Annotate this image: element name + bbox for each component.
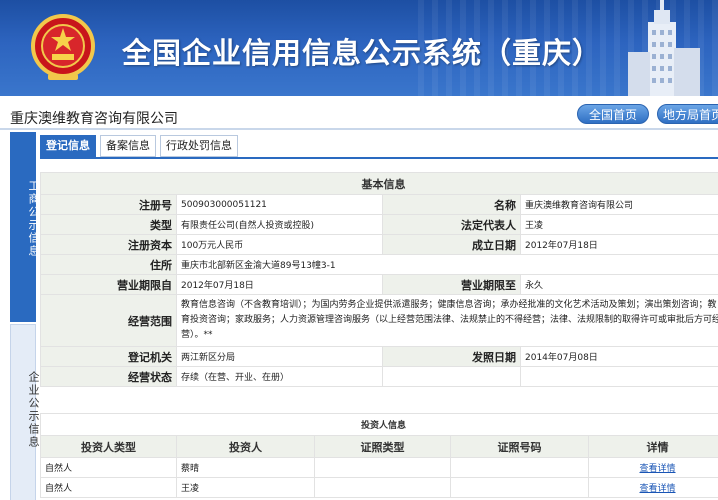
- investor-name: 王凌: [176, 477, 315, 498]
- term-from-label: 营业期限自: [40, 274, 177, 295]
- header-banner: 全国企业信用信息公示系统（重庆）: [0, 0, 718, 96]
- capital-value: 100万元人民币: [176, 234, 383, 255]
- view-detail-link[interactable]: 查看详情: [587, 457, 718, 478]
- tab-penalty[interactable]: 行政处罚信息: [160, 135, 238, 157]
- table-row: 自然人 蔡晴 查看详情: [40, 457, 718, 478]
- empty-cell: [520, 366, 718, 387]
- tab-bar: 登记信息 备案信息 行政处罚信息: [40, 135, 242, 157]
- column-header: 详情: [587, 435, 718, 458]
- legal-rep-value: 王凌: [520, 214, 718, 235]
- sidebar-item-label: 企业公示信息: [27, 371, 40, 449]
- scope-value: 教育信息咨询（不含教育培训）；为国内劳务企业提供派遣服务；健康信息咨询；承办经批…: [176, 294, 718, 347]
- column-header: 证照号码: [450, 435, 589, 458]
- column-header: 证照类型: [314, 435, 451, 458]
- view-detail-link[interactable]: 查看详情: [587, 477, 718, 498]
- type-value: 有限责任公司(自然人投资或控股): [176, 214, 383, 235]
- basic-info-table: 基本信息 注册号 500903000051121 名称 重庆澳维教育咨询有限公司…: [40, 172, 718, 387]
- term-to-label: 营业期限至: [382, 274, 521, 295]
- reg-no-value: 500903000051121: [176, 194, 383, 215]
- sidebar-item-enterprise-publicity[interactable]: 企业公示信息: [10, 324, 40, 500]
- basic-info-title: 基本信息: [40, 172, 718, 195]
- sidebar-item-business-publicity[interactable]: 工商公示信息: [10, 132, 40, 322]
- term-from-value: 2012年07月18日: [176, 274, 383, 295]
- column-header: 投资人类型: [40, 435, 177, 458]
- name-label: 名称: [382, 194, 521, 215]
- id-number: [450, 457, 589, 478]
- empty-cell: [382, 366, 521, 387]
- status-label: 经营状态: [40, 366, 177, 387]
- authority-value: 两江新区分局: [176, 346, 383, 367]
- scope-label: 经营范围: [40, 294, 177, 347]
- status-value: 存续（在营、开业、在册）: [176, 366, 383, 387]
- building-icon: [628, 0, 700, 96]
- capital-label: 注册资本: [40, 234, 177, 255]
- divider: [0, 128, 718, 130]
- system-title: 全国企业信用信息公示系统（重庆）: [122, 36, 603, 70]
- established-value: 2012年07月18日: [520, 234, 718, 255]
- id-type: [314, 457, 451, 478]
- national-emblem-icon: [31, 14, 95, 80]
- local-home-button[interactable]: 地方局首页: [657, 104, 718, 124]
- issue-date-label: 发照日期: [382, 346, 521, 367]
- id-number: [450, 477, 589, 498]
- reg-no-label: 注册号: [40, 194, 177, 215]
- term-to-value: 永久: [520, 274, 718, 295]
- table-row: 自然人 王凌 查看详情: [40, 477, 718, 498]
- investors-title: 投资人信息: [39, 413, 718, 436]
- sidebar-item-label: 工商公示信息: [27, 180, 40, 258]
- legal-rep-label: 法定代表人: [382, 214, 521, 235]
- column-header: 投资人: [176, 435, 315, 458]
- address-value: 重庆市北部新区金渝大道89号13幢3-1: [176, 254, 718, 275]
- type-label: 类型: [40, 214, 177, 235]
- address-label: 住所: [40, 254, 177, 275]
- investor-name: 蔡晴: [176, 457, 315, 478]
- tab-underline: [40, 157, 718, 159]
- tab-registration[interactable]: 登记信息: [40, 135, 96, 157]
- established-label: 成立日期: [382, 234, 521, 255]
- company-name: 重庆澳维教育咨询有限公司: [10, 111, 178, 127]
- national-home-button[interactable]: 全国首页: [577, 104, 649, 124]
- investor-type: 自然人: [40, 457, 177, 478]
- id-type: [314, 477, 451, 498]
- tab-filing[interactable]: 备案信息: [100, 135, 156, 157]
- investors-table: 投资人信息 投资人类型 投资人 证照类型 证照号码 详情 自然人 蔡晴 查看详情…: [39, 413, 718, 498]
- name-value: 重庆澳维教育咨询有限公司: [520, 194, 718, 215]
- investor-type: 自然人: [40, 477, 177, 498]
- issue-date-value: 2014年07月08日: [520, 346, 718, 367]
- authority-label: 登记机关: [40, 346, 177, 367]
